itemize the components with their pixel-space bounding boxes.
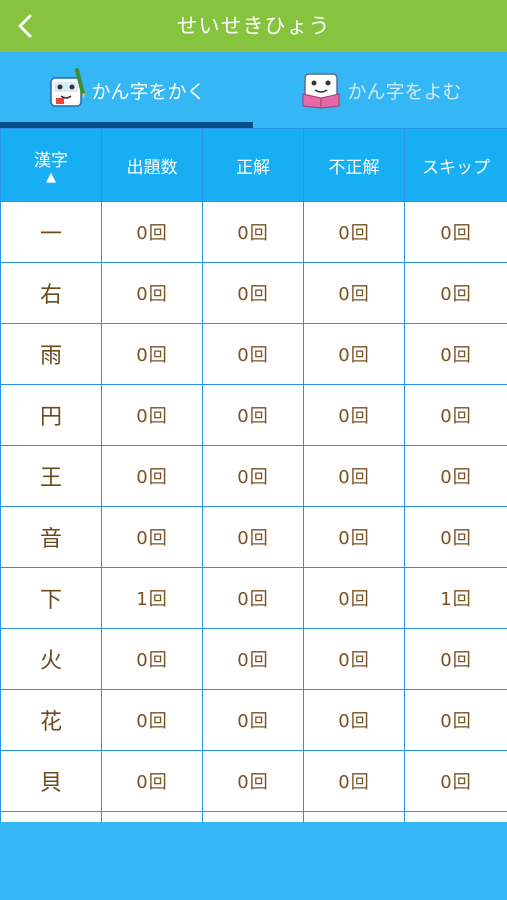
correct-count-cell: 0回 (202, 628, 304, 690)
asked-count-cell: 0回 (101, 750, 203, 812)
wrong-count-cell: 0回 (303, 262, 405, 324)
column-header-skip[interactable]: スキップ (404, 128, 507, 202)
asked-count-cell: 0回 (101, 689, 203, 751)
kanji-cell (0, 811, 102, 822)
correct-count-cell (202, 811, 304, 822)
table-row: 右 0回 0回 0回 0回 (0, 262, 507, 324)
asked-count-cell: 0回 (101, 201, 203, 263)
table-row: 王 0回 0回 0回 0回 (0, 445, 507, 507)
tab-kanji-read-label: かん字をよむ (347, 80, 462, 103)
table-row: 貝 0回 0回 0回 0回 (0, 750, 507, 812)
kanji-cell: 貝 (0, 750, 102, 812)
wrong-count-cell: 0回 (303, 445, 405, 507)
skip-count-cell: 0回 (404, 323, 507, 385)
wrong-count-cell: 0回 (303, 323, 405, 385)
correct-count-cell: 0回 (202, 384, 304, 446)
table-row: 雨 0回 0回 0回 0回 (0, 323, 507, 385)
table-row: 音 0回 0回 0回 0回 (0, 506, 507, 568)
kanji-read-character-icon (302, 73, 340, 109)
kanji-cell: 王 (0, 445, 102, 507)
kanji-write-character-icon (50, 68, 86, 107)
kanji-cell: 雨 (0, 323, 102, 385)
asked-count-cell: 0回 (101, 323, 203, 385)
asked-count-cell: 0回 (101, 628, 203, 690)
skip-count-cell: 0回 (404, 445, 507, 507)
asked-count-cell (101, 811, 203, 822)
score-table-container[interactable]: 漢字 ▲ 出題数 正解 不正解 スキップ 一 0回 0回 0回 0回 右 0回 … (0, 128, 507, 822)
column-header-kanji[interactable]: 漢字 ▲ (0, 128, 102, 202)
wrong-count-cell: 0回 (303, 628, 405, 690)
tab-kanji-write-label: かん字をかく (91, 80, 206, 103)
asked-count-cell: 0回 (101, 506, 203, 568)
correct-count-cell: 0回 (202, 262, 304, 324)
table-header-row: 漢字 ▲ 出題数 正解 不正解 スキップ (0, 128, 507, 202)
kanji-cell: 火 (0, 628, 102, 690)
correct-count-cell: 0回 (202, 201, 304, 263)
tab-bar: かん字をかく かん字をよむ (0, 52, 507, 128)
wrong-count-cell: 0回 (303, 384, 405, 446)
kanji-cell: 下 (0, 567, 102, 629)
wrong-count-cell: 0回 (303, 750, 405, 812)
asked-count-cell: 0回 (101, 445, 203, 507)
tab-kanji-read[interactable]: かん字をよむ (254, 52, 507, 128)
correct-count-cell: 0回 (202, 689, 304, 751)
table-row: 花 0回 0回 0回 0回 (0, 689, 507, 751)
kanji-cell: 一 (0, 201, 102, 263)
footer-area (0, 822, 507, 900)
kanji-cell: 音 (0, 506, 102, 568)
wrong-count-cell: 0回 (303, 506, 405, 568)
asked-count-cell: 1回 (101, 567, 203, 629)
correct-count-cell: 0回 (202, 323, 304, 385)
table-row: 下 1回 0回 0回 1回 (0, 567, 507, 629)
table-row-partial (0, 811, 507, 822)
correct-count-cell: 0回 (202, 567, 304, 629)
kanji-cell: 右 (0, 262, 102, 324)
table-row: 一 0回 0回 0回 0回 (0, 201, 507, 263)
skip-count-cell: 0回 (404, 262, 507, 324)
column-header-kanji-label: 漢字 (34, 150, 68, 171)
correct-count-cell: 0回 (202, 445, 304, 507)
score-table: 漢字 ▲ 出題数 正解 不正解 スキップ 一 0回 0回 0回 0回 右 0回 … (0, 128, 507, 822)
kanji-cell: 花 (0, 689, 102, 751)
table-row: 火 0回 0回 0回 0回 (0, 628, 507, 690)
skip-count-cell: 0回 (404, 750, 507, 812)
wrong-count-cell: 0回 (303, 689, 405, 751)
asked-count-cell: 0回 (101, 384, 203, 446)
wrong-count-cell (303, 811, 405, 822)
skip-count-cell: 0回 (404, 628, 507, 690)
correct-count-cell: 0回 (202, 750, 304, 812)
wrong-count-cell: 0回 (303, 201, 405, 263)
table-row: 円 0回 0回 0回 0回 (0, 384, 507, 446)
sort-ascending-icon: ▲ (46, 169, 56, 185)
wrong-count-cell: 0回 (303, 567, 405, 629)
correct-count-cell: 0回 (202, 506, 304, 568)
tab-kanji-write[interactable]: かん字をかく (0, 52, 253, 128)
skip-count-cell: 0回 (404, 506, 507, 568)
column-header-asked[interactable]: 出題数 (101, 128, 203, 202)
skip-count-cell: 0回 (404, 689, 507, 751)
skip-count-cell: 1回 (404, 567, 507, 629)
kanji-cell: 円 (0, 384, 102, 446)
skip-count-cell: 0回 (404, 201, 507, 263)
app-header: せいせきひょう (0, 0, 507, 52)
asked-count-cell: 0回 (101, 262, 203, 324)
skip-count-cell: 0回 (404, 384, 507, 446)
column-header-correct[interactable]: 正解 (202, 128, 304, 202)
column-header-wrong[interactable]: 不正解 (303, 128, 405, 202)
page-title: せいせきひょう (176, 14, 331, 38)
skip-count-cell (404, 811, 507, 822)
